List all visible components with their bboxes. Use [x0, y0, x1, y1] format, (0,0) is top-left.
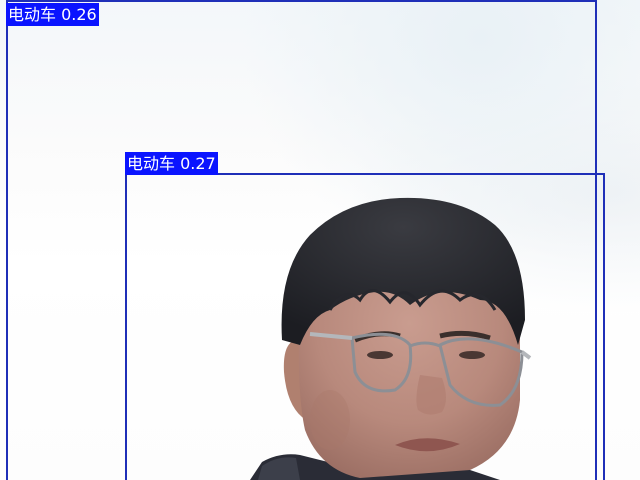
detection-box-2 — [125, 173, 605, 480]
detection-label-2: 电动车 0.27 — [125, 152, 218, 175]
camera-frame: 电动车 0.26 电动车 0.27 — [0, 0, 640, 480]
detection-label-1: 电动车 0.26 — [6, 3, 99, 26]
